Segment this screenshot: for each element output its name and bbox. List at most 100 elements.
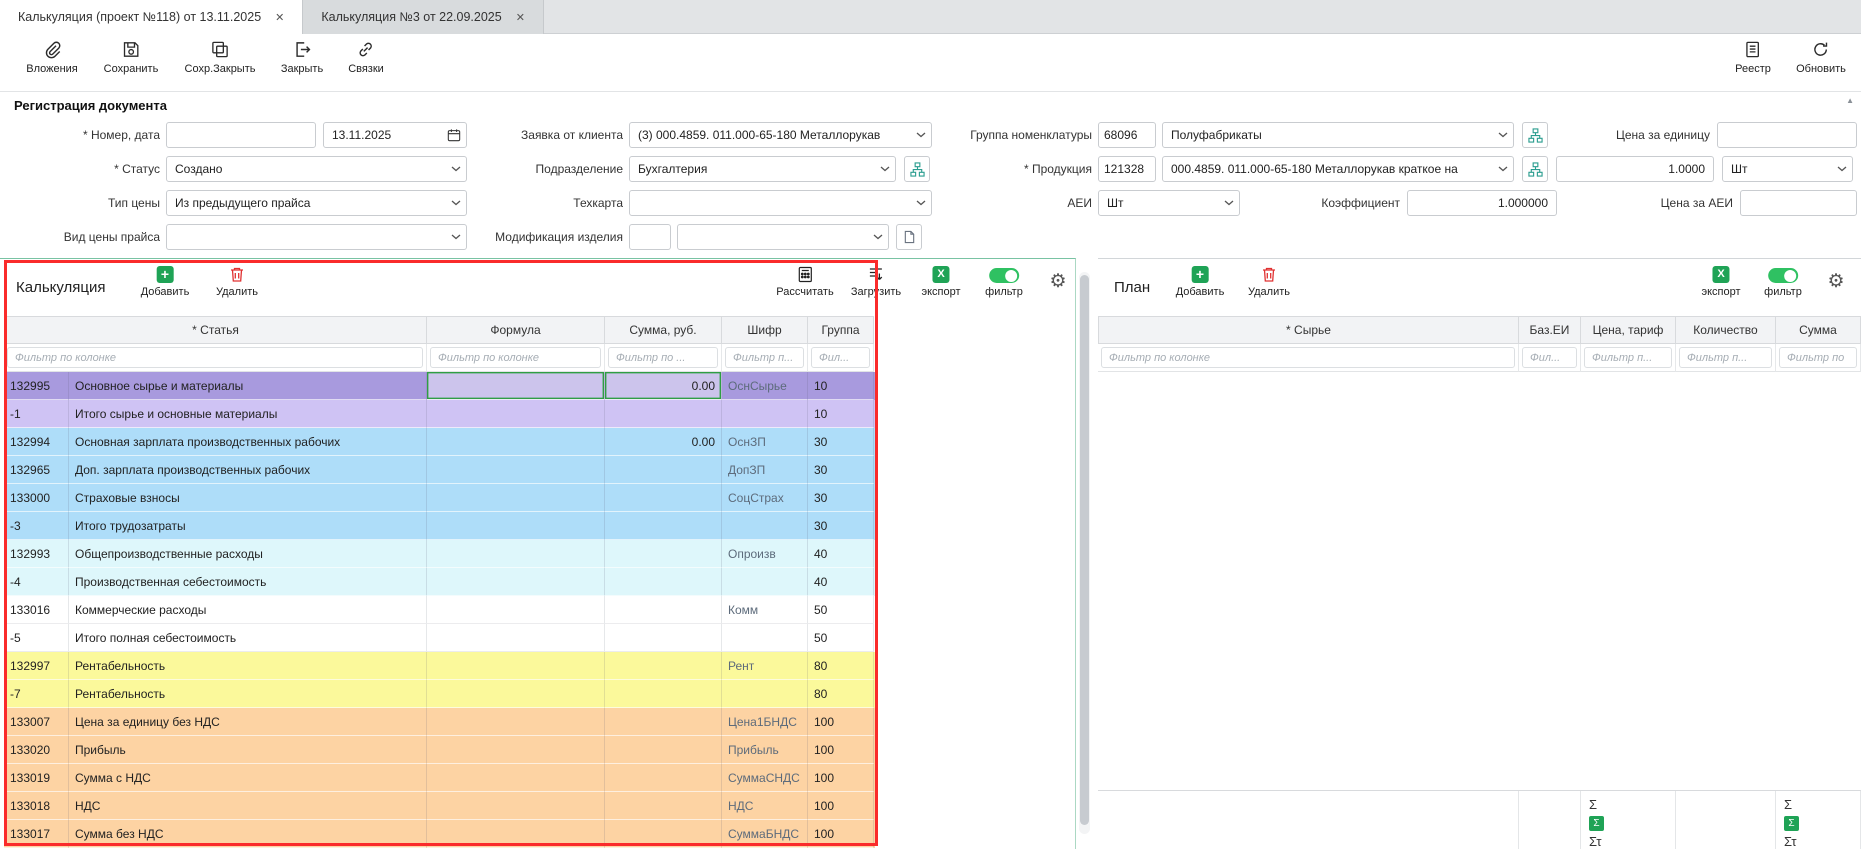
calc-cell-code[interactable]: СуммаСНДС: [722, 764, 808, 792]
calc-cell-code[interactable]: Опроизв: [722, 540, 808, 568]
calc-filter-formula[interactable]: [430, 347, 601, 368]
calc-cell-code[interactable]: Прибыль: [722, 736, 808, 764]
plan-filter-raw[interactable]: [1101, 347, 1515, 368]
calc-cell-article[interactable]: Сумма без НДС: [69, 820, 427, 848]
calc-row[interactable]: 132995Основное сырье и материалы0.00ОснС…: [4, 372, 875, 400]
number-input[interactable]: [166, 122, 316, 148]
calc-load-button[interactable]: Загрузить: [851, 266, 901, 298]
calc-cell-formula[interactable]: [427, 792, 605, 820]
calc-cell-group[interactable]: 100: [808, 792, 874, 820]
calc-cell-article[interactable]: Цена за единицу без НДС: [69, 708, 427, 736]
calc-cell-code[interactable]: [722, 568, 808, 596]
calc-row[interactable]: -7Рентабельность80: [4, 680, 875, 708]
plan-col-quantity[interactable]: Количество: [1676, 316, 1776, 344]
calc-vertical-scrollbar[interactable]: [1079, 272, 1090, 834]
calc-cell-group[interactable]: 100: [808, 708, 874, 736]
calc-cell-article[interactable]: Страховые взносы: [69, 484, 427, 512]
department-hierarchy-button[interactable]: [904, 156, 930, 182]
calc-cell-article[interactable]: Коммерческие расходы: [69, 596, 427, 624]
close-button[interactable]: Закрыть: [281, 40, 323, 75]
calc-cell-group[interactable]: 10: [808, 372, 874, 400]
calc-cell-formula[interactable]: [427, 764, 605, 792]
calc-cell-code[interactable]: Комм: [722, 596, 808, 624]
calc-cell-group[interactable]: 10: [808, 400, 874, 428]
calc-row[interactable]: 133020ПрибыльПрибыль100: [4, 736, 875, 764]
calc-calculate-button[interactable]: Рассчитать: [776, 266, 833, 298]
plan-filter-toggle[interactable]: фильтр: [1764, 266, 1802, 298]
calc-cell-code[interactable]: ОснЗП: [722, 428, 808, 456]
calc-row[interactable]: 133000Страховые взносыСоцСтрах30: [4, 484, 875, 512]
calc-cell-sum[interactable]: [605, 792, 722, 820]
nomenclature-group-code-input[interactable]: [1098, 122, 1156, 148]
calc-cell-formula[interactable]: [427, 540, 605, 568]
tab-calc-project[interactable]: Калькуляция (проект №118) от 13.11.2025 …: [0, 0, 303, 34]
sigma-alt-icon[interactable]: Στ: [1784, 835, 1797, 849]
plan-delete-button[interactable]: Удалить: [1248, 266, 1290, 298]
department-select[interactable]: Бухгалтерия: [629, 156, 896, 182]
plan-add-button[interactable]: + Добавить: [1176, 266, 1225, 298]
calc-cell-formula[interactable]: [427, 512, 605, 540]
calc-cell-formula[interactable]: [427, 400, 605, 428]
modification-select[interactable]: [677, 224, 889, 250]
sigma-active-icon[interactable]: Σ: [1784, 816, 1799, 831]
close-tab-icon[interactable]: ✕: [516, 11, 525, 24]
calc-cell-article[interactable]: Прибыль: [69, 736, 427, 764]
price-per-aei-input[interactable]: [1740, 190, 1857, 216]
nomenclature-group-hierarchy-button[interactable]: [1522, 122, 1548, 148]
calc-cell-sum[interactable]: [605, 624, 722, 652]
date-field[interactable]: 13.11.2025: [323, 122, 467, 148]
calc-cell-sum[interactable]: 0.00: [605, 372, 722, 400]
calc-cell-group[interactable]: 100: [808, 736, 874, 764]
save-button[interactable]: Сохранить: [104, 40, 159, 75]
calc-row[interactable]: 133017Сумма без НДССуммаБНДС100: [4, 820, 875, 848]
calc-cell-article[interactable]: Рентабельность: [69, 652, 427, 680]
calc-cell-formula[interactable]: [427, 652, 605, 680]
calc-cell-code[interactable]: НДС: [722, 792, 808, 820]
calc-cell-group[interactable]: 30: [808, 484, 874, 512]
close-tab-icon[interactable]: ✕: [275, 11, 284, 24]
sigma-icon[interactable]: Σ: [1784, 798, 1792, 812]
price-per-unit-input[interactable]: [1717, 122, 1857, 148]
plan-col-base-unit[interactable]: Баз.ЕИ: [1519, 316, 1581, 344]
calc-cell-article[interactable]: НДС: [69, 792, 427, 820]
calc-cell-group[interactable]: 80: [808, 680, 874, 708]
calc-row[interactable]: 132965Доп. зарплата производственных раб…: [4, 456, 875, 484]
calc-filter-sum[interactable]: [608, 347, 718, 368]
calc-row[interactable]: -5Итого полная себестоимость50: [4, 624, 875, 652]
calc-cell-code[interactable]: СуммаБНДС: [722, 820, 808, 848]
calc-cell-code[interactable]: [722, 512, 808, 540]
calc-col-group[interactable]: Группа: [808, 316, 874, 344]
calc-row[interactable]: 132994Основная зарплата производственных…: [4, 428, 875, 456]
calc-cell-code[interactable]: [722, 680, 808, 708]
calc-cell-sum[interactable]: [605, 680, 722, 708]
calc-cell-sum[interactable]: [605, 484, 722, 512]
calc-row[interactable]: 132997РентабельностьРент80: [4, 652, 875, 680]
calc-cell-group[interactable]: 50: [808, 596, 874, 624]
calc-cell-article[interactable]: Рентабельность: [69, 680, 427, 708]
calc-row[interactable]: 133007Цена за единицу без НДСЦена1БНДС10…: [4, 708, 875, 736]
calc-cell-article[interactable]: Основная зарплата производственных рабоч…: [69, 428, 427, 456]
sigma-icon[interactable]: Σ: [1589, 798, 1597, 812]
plan-col-price[interactable]: Цена, тариф: [1581, 316, 1676, 344]
plan-export-button[interactable]: X экспорт: [1701, 266, 1740, 298]
calc-cell-formula[interactable]: [427, 372, 605, 400]
calc-cell-sum[interactable]: [605, 540, 722, 568]
plan-filter-quantity[interactable]: [1679, 347, 1772, 368]
calc-cell-group[interactable]: 30: [808, 428, 874, 456]
plan-filter-sum[interactable]: [1779, 347, 1857, 368]
calc-cell-article[interactable]: Сумма с НДС: [69, 764, 427, 792]
calc-filter-group[interactable]: [811, 347, 870, 368]
production-unit-select[interactable]: Шт: [1722, 156, 1853, 182]
plan-col-sum[interactable]: Сумма: [1776, 316, 1861, 344]
scrollbar-thumb[interactable]: [1080, 275, 1089, 825]
calc-cell-article[interactable]: Основное сырье и материалы: [69, 372, 427, 400]
registration-section-header[interactable]: Регистрация документа: [0, 93, 1861, 117]
calc-cell-formula[interactable]: [427, 596, 605, 624]
calc-cell-sum[interactable]: [605, 820, 722, 848]
price-type-select[interactable]: Из предыдущего прайса: [166, 190, 467, 216]
links-button[interactable]: Связки: [348, 40, 384, 75]
calc-cell-group[interactable]: 40: [808, 568, 874, 596]
calc-row[interactable]: 133018НДСНДС100: [4, 792, 875, 820]
calc-cell-article[interactable]: Доп. зарплата производственных рабочих: [69, 456, 427, 484]
calc-row[interactable]: -4Производственная себестоимость40: [4, 568, 875, 596]
